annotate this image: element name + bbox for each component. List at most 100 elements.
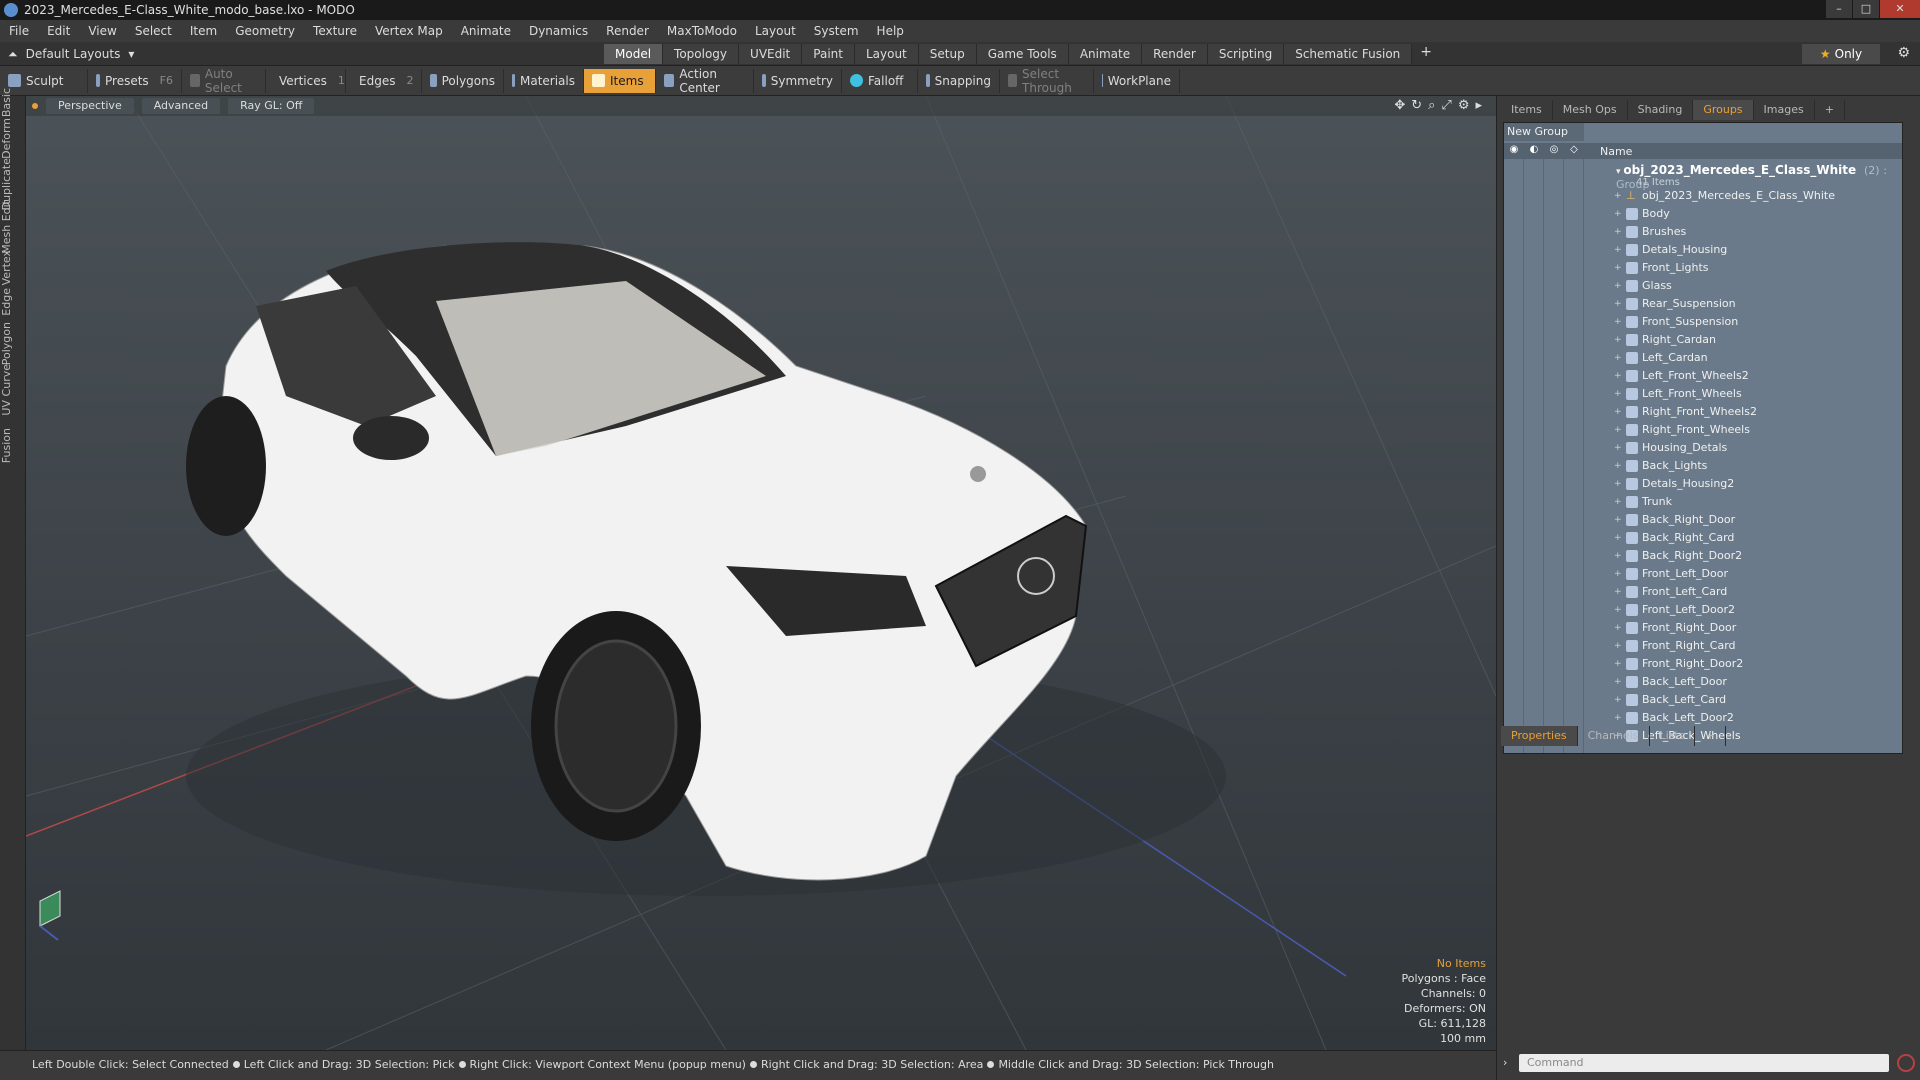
- group-item-row[interactable]: + Back_Right_Door2: [1614, 547, 1904, 565]
- expand-icon[interactable]: +: [1614, 313, 1624, 331]
- raygl-button[interactable]: Ray GL: Off: [228, 98, 315, 114]
- tab-scripting[interactable]: Scripting: [1207, 44, 1285, 64]
- left-tab-uv[interactable]: UV: [0, 400, 26, 416]
- maximize-icon[interactable]: □: [1853, 0, 1879, 18]
- expand-icon[interactable]: +: [1614, 655, 1624, 673]
- group-item-row[interactable]: + Housing_Detals: [1614, 439, 1904, 457]
- viewport-gear-icon[interactable]: ⚙: [1458, 98, 1470, 113]
- group-item-row[interactable]: + Left_Front_Wheels2: [1614, 367, 1904, 385]
- expand-icon[interactable]: +: [1614, 583, 1624, 601]
- new-group-button[interactable]: New Group: [1504, 123, 1584, 141]
- vertices-button[interactable]: Vertices 1: [266, 68, 346, 93]
- tab-model[interactable]: Model: [604, 44, 664, 64]
- props-tab-channels[interactable]: Channels: [1578, 726, 1650, 746]
- falloff-button[interactable]: Falloff: [842, 68, 918, 93]
- expand-icon[interactable]: +: [1614, 637, 1624, 655]
- expand-icon[interactable]: +: [1614, 403, 1624, 421]
- expand-icon[interactable]: +: [1614, 331, 1624, 349]
- group-item-row[interactable]: + Rear_Suspension: [1614, 295, 1904, 313]
- select-icon[interactable]: ◇: [1564, 144, 1584, 158]
- fit-icon[interactable]: ⤢: [1441, 98, 1451, 113]
- panel-tab-items[interactable]: Items: [1501, 100, 1553, 120]
- expand-icon[interactable]: +: [1614, 529, 1624, 547]
- pan-icon[interactable]: ✥: [1394, 98, 1405, 113]
- expand-icon[interactable]: +: [1614, 259, 1624, 277]
- group-item-row[interactable]: + Right_Front_Wheels: [1614, 421, 1904, 439]
- group-item-row[interactable]: + Right_Cardan: [1614, 331, 1904, 349]
- expand-icon[interactable]: +: [1614, 385, 1624, 403]
- group-item-row[interactable]: + Trunk: [1614, 493, 1904, 511]
- action-center-button[interactable]: Action Center: [656, 67, 754, 95]
- left-tab-polygon[interactable]: Polygon: [0, 322, 26, 365]
- expand-icon[interactable]: +: [1614, 295, 1624, 313]
- expand-icon[interactable]: +: [1614, 223, 1624, 241]
- tab-topology[interactable]: Topology: [663, 44, 740, 64]
- expand-icon[interactable]: +: [1614, 367, 1624, 385]
- tab-paint[interactable]: Paint: [802, 44, 855, 64]
- menu-item-item[interactable]: Item: [181, 24, 226, 38]
- command-input[interactable]: Command: [1519, 1054, 1889, 1072]
- expand-icon[interactable]: +: [1614, 511, 1624, 529]
- menu-item-render[interactable]: Render: [597, 24, 658, 38]
- group-item-row[interactable]: + Front_Right_Card: [1614, 637, 1904, 655]
- layout-selector[interactable]: ⏶ Default Layouts ▾: [8, 42, 134, 66]
- auto-select-button[interactable]: Auto Select: [182, 67, 266, 95]
- panel-tab-add-icon[interactable]: +: [1815, 100, 1845, 120]
- left-tab-basic[interactable]: Basic: [0, 88, 26, 117]
- group-item-row[interactable]: + Back_Lights: [1614, 457, 1904, 475]
- tab-schematic-fusion[interactable]: Schematic Fusion: [1284, 44, 1413, 64]
- zoom-icon[interactable]: ⌕: [1428, 98, 1435, 113]
- group-item-row[interactable]: + Left_Cardan: [1614, 349, 1904, 367]
- expand-icon[interactable]: +: [1614, 349, 1624, 367]
- left-tab-vertex[interactable]: Vertex: [0, 250, 26, 285]
- menu-item-geometry[interactable]: Geometry: [226, 24, 304, 38]
- group-item-row[interactable]: + Detals_Housing2: [1614, 475, 1904, 493]
- expand-icon[interactable]: +: [1614, 421, 1624, 439]
- snapping-button[interactable]: Snapping: [918, 68, 1000, 93]
- group-item-row[interactable]: + Front_Right_Door: [1614, 619, 1904, 637]
- group-item-row[interactable]: + ⊥ obj_2023_Mercedes_E_Class_White: [1614, 187, 1904, 205]
- shading-mode-button[interactable]: Advanced: [141, 98, 221, 114]
- visibility-eye-icon[interactable]: ◉: [1504, 144, 1524, 158]
- group-item-row[interactable]: + Front_Left_Card: [1614, 583, 1904, 601]
- left-tab-edge[interactable]: Edge: [0, 288, 26, 316]
- tab-uvedit[interactable]: UVEdit: [739, 44, 803, 64]
- close-icon[interactable]: ✕: [1880, 0, 1920, 18]
- expand-icon[interactable]: +: [1614, 673, 1624, 691]
- left-tab-curve[interactable]: Curve: [0, 364, 26, 396]
- view-type-button[interactable]: Perspective: [46, 98, 134, 114]
- tab-render[interactable]: Render: [1142, 44, 1208, 64]
- expand-icon[interactable]: +: [1614, 565, 1624, 583]
- symmetry-button[interactable]: Symmetry: [754, 68, 842, 93]
- lock-icon[interactable]: ◎: [1544, 144, 1564, 158]
- expand-icon[interactable]: +: [1614, 277, 1624, 295]
- menu-item-animate[interactable]: Animate: [452, 24, 520, 38]
- panel-tab-shading[interactable]: Shading: [1628, 100, 1694, 120]
- workplane-button[interactable]: WorkPlane: [1094, 68, 1180, 93]
- gear-icon[interactable]: ⚙: [1897, 45, 1910, 61]
- menu-item-vertex-map[interactable]: Vertex Map: [366, 24, 452, 38]
- group-item-row[interactable]: + Brushes: [1614, 223, 1904, 241]
- props-tab-lists[interactable]: Lists: [1650, 726, 1696, 746]
- group-item-row[interactable]: + Right_Front_Wheels2: [1614, 403, 1904, 421]
- materials-button[interactable]: Materials: [504, 68, 584, 93]
- menu-item-file[interactable]: File: [0, 24, 38, 38]
- menu-item-maxtomodo[interactable]: MaxToModo: [658, 24, 746, 38]
- props-tab-add-icon[interactable]: +: [1695, 726, 1726, 746]
- panel-tab-mesh-ops[interactable]: Mesh Ops: [1553, 100, 1628, 120]
- expand-icon[interactable]: +: [1614, 205, 1624, 223]
- presets-button[interactable]: Presets F6: [88, 68, 182, 93]
- add-tab-icon[interactable]: +: [1412, 44, 1440, 64]
- group-item-row[interactable]: + Front_Right_Door2: [1614, 655, 1904, 673]
- expand-icon[interactable]: +: [1614, 439, 1624, 457]
- expand-icon[interactable]: +: [1614, 241, 1624, 259]
- menu-item-help[interactable]: Help: [868, 24, 913, 38]
- tab-layout[interactable]: Layout: [854, 44, 919, 64]
- menu-item-dynamics[interactable]: Dynamics: [520, 24, 597, 38]
- viewport-menu-dot[interactable]: [32, 103, 38, 109]
- rotate-icon[interactable]: ↻: [1411, 98, 1422, 113]
- left-tab-deform[interactable]: Deform: [0, 118, 26, 159]
- 3d-viewport[interactable]: Perspective Advanced Ray GL: Off ✥ ↻ ⌕ ⤢…: [26, 96, 1496, 1050]
- expand-icon[interactable]: +: [1614, 457, 1624, 475]
- left-tab-fusion[interactable]: Fusion: [0, 428, 26, 463]
